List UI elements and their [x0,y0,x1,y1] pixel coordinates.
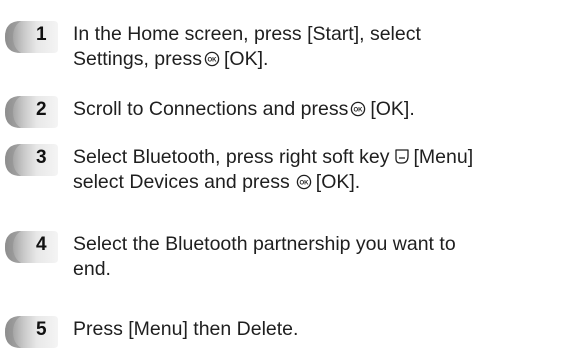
ok-key-icon: OK [204,51,220,67]
step-number: 2 [36,99,47,120]
step-number: 3 [36,147,47,168]
step-text: Press [Menu] then Delete. [73,317,578,342]
step-text-segment: [OK]. [370,98,415,120]
step-badge: 3 [4,143,59,177]
step-number: 1 [36,24,47,45]
ok-key-icon: OK [351,101,366,117]
ok-key-icon: OK [296,174,312,190]
step-text-segment: Select the Bluetooth partnership you wan… [73,233,456,255]
step-badge: 2 [4,95,59,129]
step-text: Scroll to Connections and press OK [OK]. [73,97,578,122]
step-number: 4 [36,234,47,255]
step-badge-shape [5,96,58,128]
step-text-segment: Press [Menu] then Delete. [73,318,299,340]
svg-text:OK: OK [207,57,217,63]
step-text-segment: Select Bluetooth, press right soft key [73,146,390,168]
right-soft-key-icon [394,149,409,164]
step-text-segment: [Menu] [413,146,474,168]
step-text: In the Home screen, press [Start], selec… [73,22,578,72]
step-line: Scroll to Connections and press OK [OK]. [73,97,578,122]
step-badge: 5 [4,315,59,349]
step-text-segment: Scroll to Connections and press [73,98,349,120]
step-text-segment: In the Home screen, press [Start], selec… [73,23,421,45]
step-line: end. [73,257,578,282]
step-line: Settings, press OK [OK]. [73,47,578,72]
step-badge: 1 [4,20,59,54]
step-text: Select the Bluetooth partnership you wan… [73,232,578,282]
step-text: Select Bluetooth, press right soft key [M… [73,145,578,195]
step-line: Press [Menu] then Delete. [73,317,578,342]
step-line: select Devices and press OK [OK]. [73,170,578,195]
step-text-segment: [OK]. [315,171,361,193]
step-text-segment: Settings, press [73,48,202,70]
svg-text:OK: OK [299,180,309,186]
step-number: 5 [36,319,47,340]
step-line: Select Bluetooth, press right soft key [M… [73,145,578,170]
step-badge-shape [5,144,58,176]
step-text-segment: [OK]. [223,48,269,70]
step-badge-shape [5,231,58,263]
step-badge: 4 [4,230,59,264]
svg-text:OK: OK [354,107,364,113]
step-text-segment: end. [73,258,111,280]
step-text-segment: select Devices and press [73,171,290,193]
step-badge-shape [5,21,58,53]
step-badge-shape [5,316,58,348]
step-line: In the Home screen, press [Start], selec… [73,22,578,47]
step-line: Select the Bluetooth partnership you wan… [73,232,578,257]
